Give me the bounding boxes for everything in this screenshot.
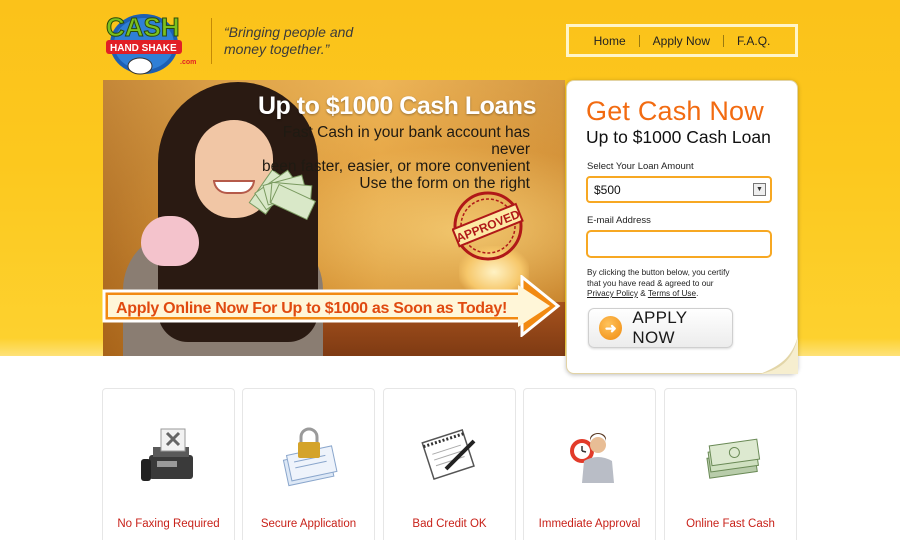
top-nav: Home Apply Now F.A.Q. [566, 24, 798, 57]
feature-online-fast-cash[interactable]: Online Fast Cash [664, 388, 797, 540]
loan-amount-value: $500 [594, 183, 621, 197]
hero-sub-line-2: been faster, easier, or more convenient [262, 158, 530, 175]
tagline: “Bringing people and money together.” [224, 24, 394, 58]
svg-text:.com: .com [180, 59, 196, 66]
cash-hand-shake-logo[interactable]: CASH HAND SHAKE .com [100, 4, 202, 78]
hero-subtitle: Fast Cash in your bank account has never… [258, 124, 530, 192]
disclaimer-text: By clicking the button below, you certif… [587, 268, 767, 300]
piggy-bank-icon [141, 216, 199, 266]
tagline-line-1: “Bringing people and [224, 24, 354, 40]
disclaimer-line-2: that you have read & agreed to our [587, 278, 714, 288]
nav-faq[interactable]: F.A.Q. [724, 34, 783, 48]
loan-amount-select[interactable]: $500 ▼ [586, 176, 772, 203]
feature-secure-application[interactable]: Secure Application [242, 388, 375, 540]
loan-amount-label: Select Your Loan Amount [587, 161, 694, 172]
no-fax-icon [141, 428, 193, 481]
feature-label: No Faxing Required [117, 518, 220, 530]
svg-text:CASH: CASH [106, 12, 180, 42]
logo-divider [211, 18, 212, 64]
disclaimer-line-1: By clicking the button below, you certif… [587, 268, 730, 277]
feature-no-faxing[interactable]: No Faxing Required [102, 388, 235, 540]
email-field[interactable] [586, 230, 772, 258]
apply-now-label: APPLY NOW [632, 308, 688, 347]
disclaimer-line-3: Privacy Policy & Terms of Use. [587, 289, 767, 300]
terms-of-use-link[interactable]: Terms of Use [648, 289, 696, 298]
form-subtitle: Up to $1000 Cash Loan [586, 127, 771, 147]
feature-label: Secure Application [260, 518, 357, 530]
feature-label: Immediate Approval [538, 518, 641, 530]
email-label: E-mail Address [587, 215, 651, 226]
notepad-pen-icon [421, 428, 476, 480]
hero-sub-line-1: Fast Cash in your bank account has never [282, 124, 530, 158]
chevron-down-icon[interactable]: ▼ [753, 183, 766, 196]
padlock-documents-icon [282, 427, 338, 487]
feature-bad-credit[interactable]: Bad Credit OK [383, 388, 516, 540]
apply-now-button[interactable]: ➜ APPLY NOW [588, 308, 733, 348]
feature-immediate-approval[interactable]: Immediate Approval [523, 388, 656, 540]
nav-home[interactable]: Home [581, 34, 639, 48]
nav-apply-now[interactable]: Apply Now [640, 34, 723, 48]
svg-text:HAND SHAKE: HAND SHAKE [110, 43, 177, 54]
page-curl [760, 336, 798, 374]
disclaimer-amp: & [637, 289, 648, 298]
disclaimer-period: . [696, 289, 699, 298]
arrow-right-icon: ➜ [599, 316, 623, 340]
hero-title: Up to $1000 Cash Loans [258, 92, 536, 120]
cash-stack-icon [706, 438, 761, 479]
feature-label: Online Fast Cash [686, 518, 775, 530]
alarm-clock-man-icon [570, 433, 614, 483]
privacy-policy-link[interactable]: Privacy Policy [587, 289, 638, 298]
tagline-line-2: money together.” [224, 41, 330, 57]
form-title: Get Cash Now [586, 96, 764, 126]
arrow-banner-text: Apply Online Now For Up to $1000 as Soon… [116, 300, 507, 317]
feature-label: Bad Credit OK [412, 518, 487, 530]
approved-stamp: APPROVED [452, 191, 524, 261]
